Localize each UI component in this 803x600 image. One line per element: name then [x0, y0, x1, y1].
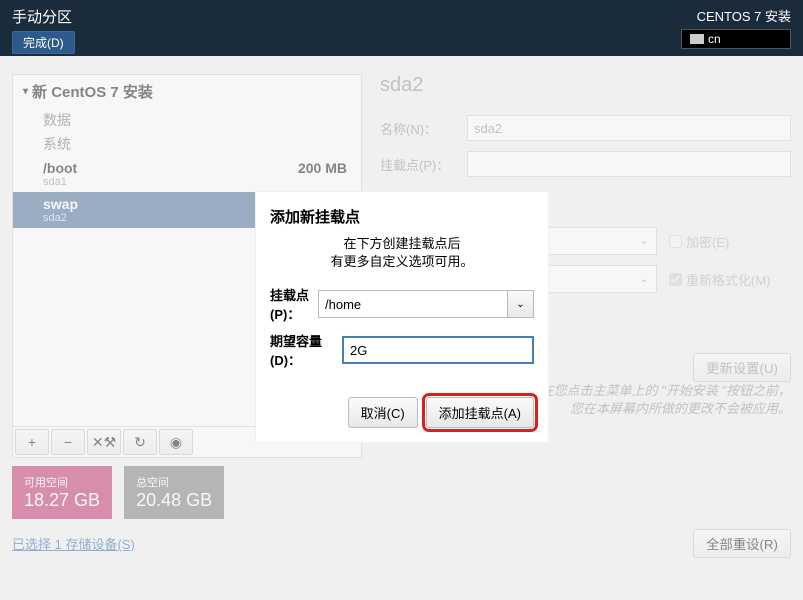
app-header: 手动分区 完成(D) CENTOS 7 安装 cn — [0, 0, 803, 56]
keyboard-layout-label: cn — [708, 32, 721, 46]
keyboard-icon — [690, 34, 704, 44]
keyboard-layout-indicator[interactable]: cn — [681, 29, 791, 49]
dialog-mount-dropdown-button[interactable]: ⌄ — [507, 291, 533, 317]
done-button[interactable]: 完成(D) — [12, 31, 75, 54]
page-title: 手动分区 — [12, 6, 75, 27]
installer-title: CENTOS 7 安装 — [697, 6, 791, 25]
dialog-mount-combo[interactable]: ⌄ — [318, 290, 534, 318]
dialog-description: 在下方创建挂载点后 有更多自定义选项可用。 — [270, 235, 534, 271]
add-mount-point-button[interactable]: 添加挂载点(A) — [426, 397, 534, 428]
dialog-size-input[interactable] — [342, 336, 534, 364]
dialog-mount-label: 挂载点(P)： — [270, 285, 310, 323]
cancel-button[interactable]: 取消(C) — [348, 397, 418, 428]
dialog-mount-input[interactable] — [319, 291, 507, 317]
add-mount-point-dialog: 添加新挂载点 在下方创建挂载点后 有更多自定义选项可用。 挂载点(P)： ⌄ 期… — [256, 192, 548, 442]
dialog-size-label: 期望容量(D)： — [270, 331, 334, 369]
dialog-title: 添加新挂载点 — [270, 206, 534, 227]
chevron-down-icon: ⌄ — [516, 299, 524, 310]
